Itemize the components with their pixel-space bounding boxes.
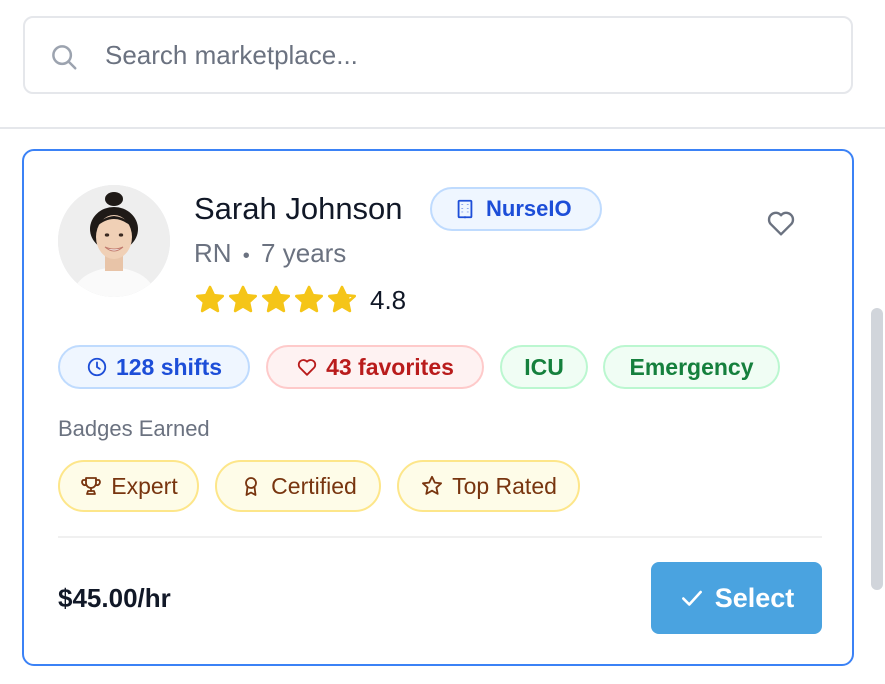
heart-outline-icon <box>297 359 317 376</box>
award-ribbon-icon <box>245 477 258 496</box>
scrollbar[interactable] <box>871 308 883 590</box>
tag-favorites: 43 favorites <box>266 345 484 389</box>
card-divider <box>58 536 822 538</box>
search-icon <box>52 45 77 70</box>
star-icon <box>229 285 257 313</box>
star-outline-icon <box>422 475 443 495</box>
star-icon <box>328 285 356 313</box>
check-icon <box>681 590 702 606</box>
clock-icon <box>87 357 107 377</box>
badge-certified: Certified <box>215 460 381 512</box>
select-button-label: Select <box>714 582 795 613</box>
nurse-card[interactable]: Sarah Johnson NurseIO RN • 7 years 4.8 1… <box>22 149 854 666</box>
tag-label: Emergency <box>629 353 754 380</box>
badges-heading: Badges Earned <box>58 416 210 441</box>
badge-label: Certified <box>271 472 357 499</box>
role-experience: RN • 7 years <box>194 235 346 274</box>
star-icon <box>196 285 224 313</box>
agency-label: NurseIO <box>486 196 572 221</box>
trophy-icon <box>81 477 102 495</box>
tag-label: 128 shifts <box>115 353 223 380</box>
badge-top-rated: Top Rated <box>397 460 580 512</box>
role-text: RN <box>194 238 232 268</box>
building-icon <box>457 199 473 219</box>
badge-expert: Expert <box>58 460 199 512</box>
marketplace-page: Sarah Johnson NurseIO RN • 7 years 4.8 <box>0 0 885 684</box>
star-icon <box>295 285 323 313</box>
tag-shifts: 128 shifts <box>58 345 250 389</box>
rating-value: 4.8 <box>370 285 407 315</box>
tag-label: ICU <box>524 353 564 380</box>
favorite-heart-icon[interactable] <box>764 207 798 239</box>
tag-label: 43 favorites <box>326 353 454 380</box>
separator-dot: • <box>242 245 250 267</box>
experience-text: 7 years <box>261 238 347 268</box>
search-bar[interactable] <box>23 16 853 94</box>
tag-icu: ICU <box>500 345 588 389</box>
nurse-name: Sarah Johnson <box>194 191 403 226</box>
star-rating <box>194 284 359 316</box>
hourly-rate: $45.00/hr <box>58 583 171 613</box>
select-button[interactable]: Select <box>651 562 822 634</box>
badge-label: Expert <box>111 472 178 499</box>
agency-badge[interactable]: NurseIO <box>430 187 602 231</box>
star-icon <box>262 285 290 313</box>
badge-label: Top Rated <box>452 472 557 499</box>
search-input[interactable] <box>105 32 825 78</box>
header-divider <box>0 127 885 129</box>
tag-emergency: Emergency <box>603 345 780 389</box>
avatar <box>58 185 170 297</box>
